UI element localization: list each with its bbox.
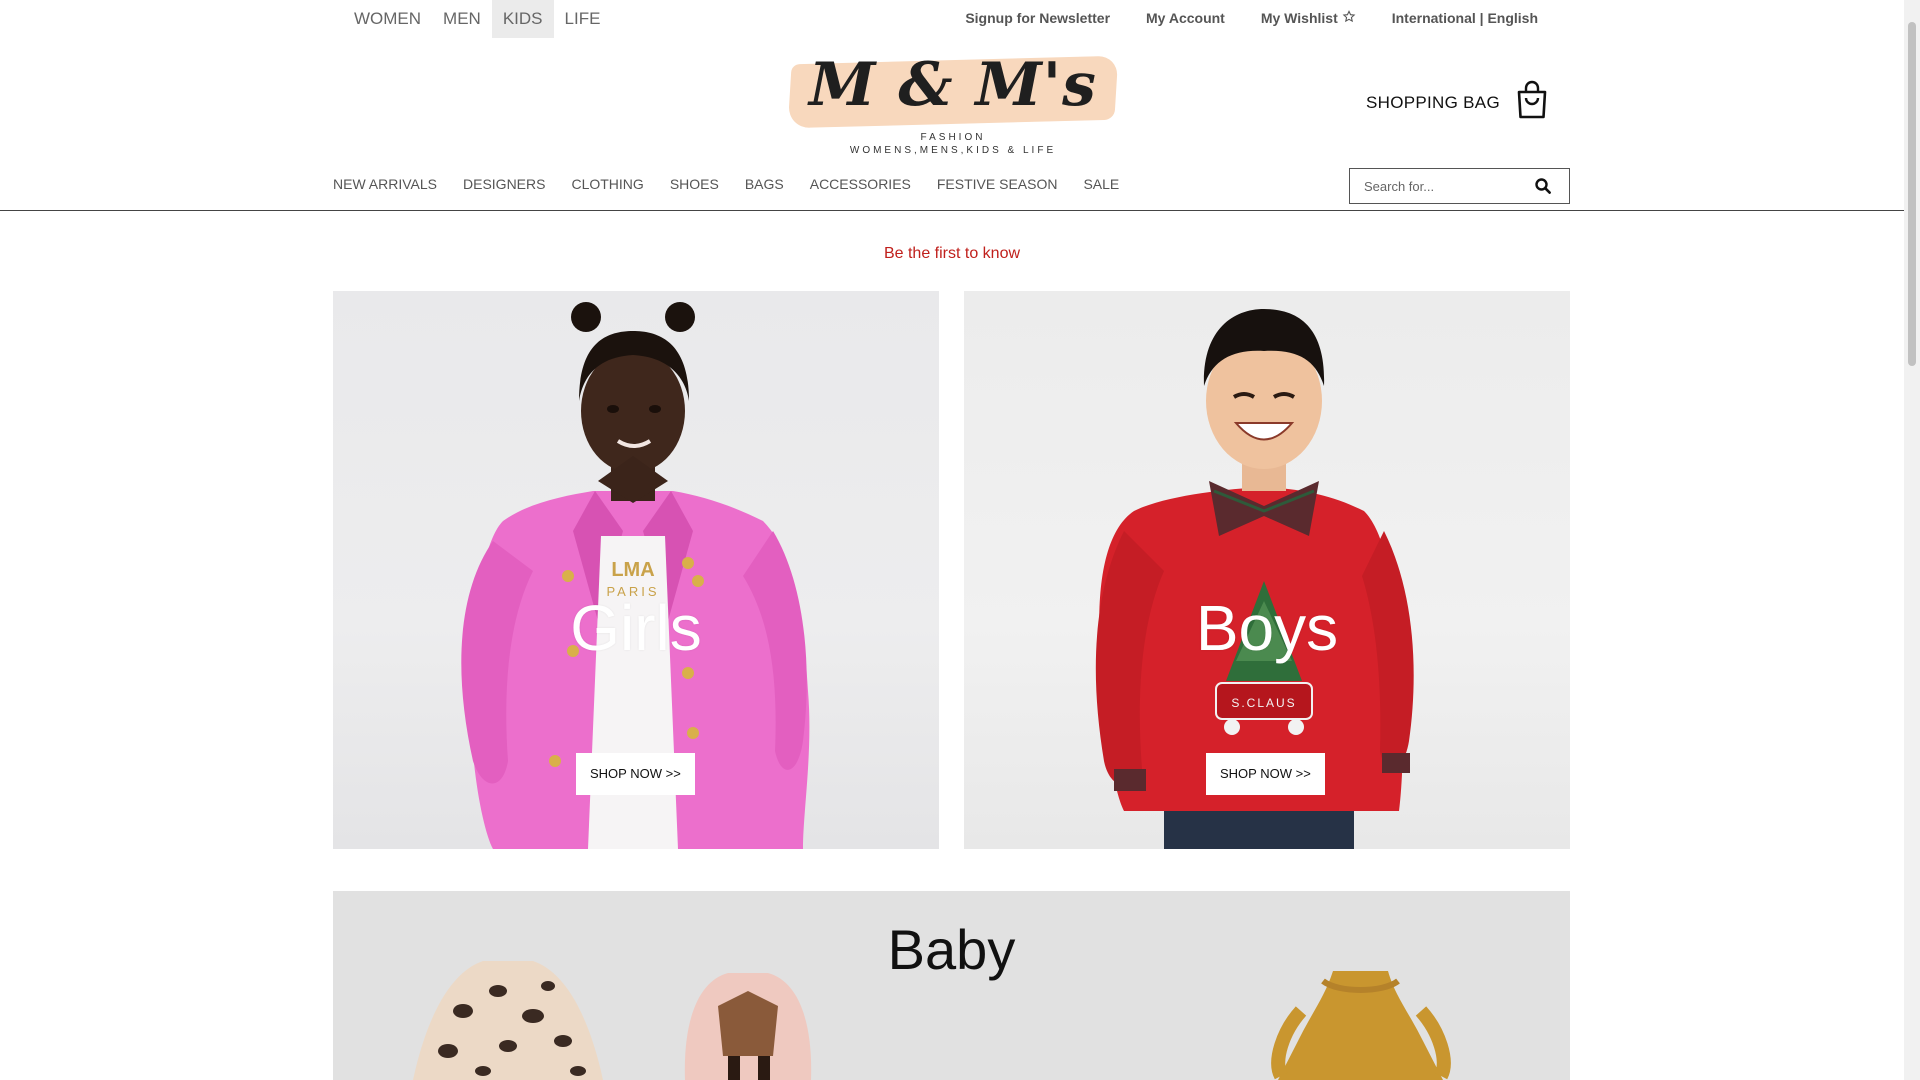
gender-tab-women[interactable]: WOMEN — [343, 0, 432, 38]
girls-title: Girls — [570, 592, 702, 664]
category-nav: NEW ARRIVALS DESIGNERS CLOTHING SHOES BA… — [333, 176, 1119, 192]
my-wishlist-link[interactable]: My Wishlist — [1261, 10, 1356, 26]
shopping-bag-button[interactable]: SHOPPING BAG — [1366, 80, 1548, 125]
nav-sale[interactable]: SALE — [1083, 176, 1119, 192]
svg-text:LMA: LMA — [611, 559, 654, 581]
nav-festive-season[interactable]: FESTIVE SEASON — [937, 176, 1058, 192]
baby-section[interactable]: Baby — [333, 891, 1570, 1080]
nav-designers[interactable]: DESIGNERS — [463, 176, 545, 192]
nav-accessories[interactable]: ACCESSORIES — [810, 176, 911, 192]
boys-title: Boys — [1195, 592, 1339, 664]
boys-shop-now-button[interactable]: SHOP NOW >> — [1206, 753, 1325, 795]
logo-tagline-1: FASHION — [920, 132, 986, 143]
shopping-bag-label: SHOPPING BAG — [1366, 92, 1500, 112]
gender-nav: WOMEN MEN KIDS LIFE — [343, 0, 611, 38]
nav-clothing[interactable]: CLOTHING — [571, 176, 643, 192]
nav-new-arrivals[interactable]: NEW ARRIVALS — [333, 176, 437, 192]
gender-tab-life[interactable]: LIFE — [554, 0, 612, 38]
locale-selector[interactable]: International | English — [1392, 10, 1538, 26]
wishlist-label: My Wishlist — [1260, 10, 1338, 26]
svg-text:S.CLAUS: S.CLAUS — [1231, 696, 1296, 710]
baby-title: Baby — [887, 918, 1016, 981]
scrollbar-thumb[interactable] — [1908, 22, 1916, 366]
logo-wordmark: M & M's — [809, 50, 1097, 120]
search-icon[interactable] — [1535, 178, 1551, 199]
girls-shop-now-button[interactable]: SHOP NOW >> — [576, 753, 695, 795]
promo-message[interactable]: Be the first to know — [0, 245, 1904, 263]
girls-hero-tile[interactable]: LMA PARIS Girls SHOP NOW >> — [333, 291, 939, 849]
gender-tab-kids[interactable]: KIDS — [491, 0, 554, 38]
star-icon — [1342, 10, 1356, 26]
gender-tab-men[interactable]: MEN — [432, 0, 492, 38]
header-divider — [0, 210, 1904, 211]
utility-nav: Signup for Newsletter My Account My Wish… — [965, 10, 1538, 26]
search-input[interactable] — [1350, 169, 1530, 203]
newsletter-signup-link[interactable]: Signup for Newsletter — [965, 10, 1110, 26]
site-logo[interactable]: M & M's FASHION WOMENS,MENS,KIDS & LIFE — [787, 50, 1119, 158]
page-scrollbar[interactable] — [1904, 0, 1920, 1080]
nav-shoes[interactable]: SHOES — [670, 176, 719, 192]
boys-hero-tile[interactable]: S.CLAUS Boys SHOP NOW >> — [964, 291, 1570, 849]
my-account-link[interactable]: My Account — [1146, 10, 1225, 26]
search-box — [1349, 168, 1570, 204]
logo-tagline-2: WOMENS,MENS,KIDS & LIFE — [849, 145, 1057, 156]
nav-bags[interactable]: BAGS — [745, 176, 784, 192]
shopping-bag-icon — [1516, 80, 1548, 125]
